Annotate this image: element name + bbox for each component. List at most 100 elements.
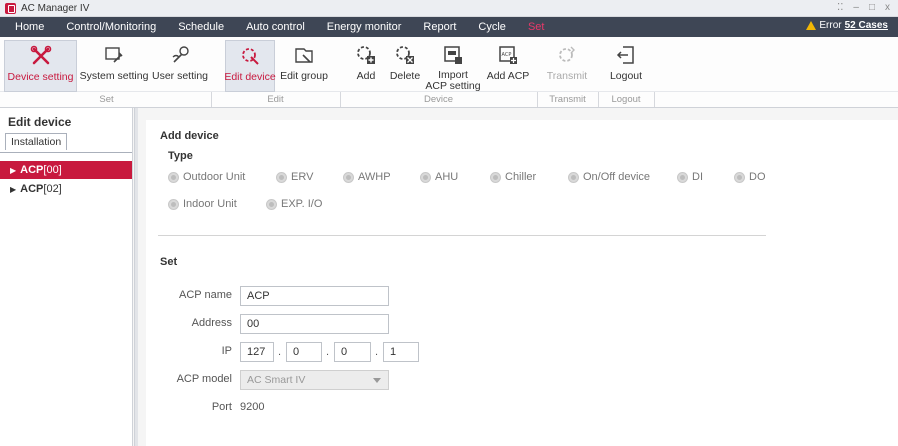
radio-di[interactable]: DI <box>677 171 703 183</box>
group-separator <box>598 92 599 107</box>
address-input[interactable] <box>240 314 389 334</box>
radio-dot-icon <box>276 171 287 183</box>
delete-button[interactable]: Delete <box>389 40 421 92</box>
group-separator <box>340 92 341 107</box>
radio-do[interactable]: DO <box>734 171 766 183</box>
radio-label: ERV <box>291 171 314 183</box>
maximize-icon[interactable]: □ <box>869 2 875 13</box>
tab-installation[interactable]: Installation <box>5 133 68 150</box>
system-setting-label: System setting <box>79 70 149 82</box>
radio-label: EXP. I/O <box>281 198 323 210</box>
minimize-icon[interactable]: – <box>853 2 859 13</box>
transmit-icon <box>554 42 580 68</box>
main-content: Add device Type Outdoor Unit ERV AWHP AH… <box>138 108 898 446</box>
app-logo-icon <box>5 2 16 14</box>
port-label: Port <box>211 401 232 413</box>
radio-dot-icon <box>266 198 277 210</box>
radio-awhp[interactable]: AWHP <box>343 171 391 183</box>
add-label: Add <box>356 70 376 82</box>
menu-set[interactable]: Set <box>517 21 556 33</box>
ip-octet-4-input[interactable] <box>383 342 419 362</box>
menu-energy-monitor[interactable]: Energy monitor <box>316 21 413 33</box>
device-setting-label: Device setting <box>7 71 74 83</box>
radio-label: Outdoor Unit <box>183 171 246 183</box>
close-icon[interactable]: x <box>885 2 890 13</box>
device-setting-button[interactable]: Device setting <box>4 40 77 92</box>
system-wrench-icon <box>101 42 127 68</box>
menu-schedule[interactable]: Schedule <box>167 21 235 33</box>
import-line2: ACP setting <box>425 80 481 92</box>
tree-item-name: ACP <box>20 183 44 195</box>
error-badge[interactable]: Error 52 Cases <box>806 20 888 31</box>
radio-label: AWHP <box>358 171 391 183</box>
group-separator <box>211 92 212 107</box>
add-device-heading: Add device <box>160 130 219 142</box>
radio-indoor-unit[interactable]: Indoor Unit <box>168 198 237 210</box>
transmit-button[interactable]: Transmit <box>547 40 587 92</box>
logout-label: Logout <box>609 70 643 82</box>
ip-separator: . <box>278 346 282 358</box>
tree-item-acp-02[interactable]: ▶ ACP [02] <box>0 180 132 198</box>
tools-icon <box>28 43 54 69</box>
radio-label: AHU <box>435 171 459 183</box>
radio-chiller[interactable]: Chiller <box>490 171 536 183</box>
radio-dot-icon <box>168 198 179 210</box>
edit-group-button[interactable]: Edit group <box>279 40 329 92</box>
type-label: Type <box>168 150 193 162</box>
radio-ahu[interactable]: AHU <box>420 171 458 183</box>
edit-device-icon <box>237 43 263 69</box>
menu-report[interactable]: Report <box>412 21 467 33</box>
radio-dot-icon <box>168 171 179 183</box>
add-device-icon <box>353 42 379 68</box>
menu-home[interactable]: Home <box>0 21 55 33</box>
radio-label: DI <box>692 171 703 183</box>
ip-label: IP <box>221 345 232 357</box>
window-title: AC Manager IV <box>21 2 90 14</box>
menu-cycle[interactable]: Cycle <box>467 21 517 33</box>
acp-name-input[interactable] <box>240 286 389 306</box>
transmit-label: Transmit <box>546 70 588 82</box>
import-acp-setting-button[interactable]: Import ACP setting <box>425 40 481 92</box>
port-value: 9200 <box>240 401 265 413</box>
radio-dot-icon <box>734 171 745 183</box>
radio-on-off-device[interactable]: On/Off device <box>568 171 650 183</box>
edit-group-icon <box>291 42 317 68</box>
ip-octet-3-input[interactable] <box>334 342 371 362</box>
error-count[interactable]: 52 Cases <box>845 20 888 31</box>
expand-arrow-icon[interactable]: ▶ <box>10 166 16 175</box>
user-setting-button[interactable]: User setting <box>152 40 208 92</box>
add-acp-icon: ACP <box>495 42 521 68</box>
group-separator <box>654 92 655 107</box>
restore-icon[interactable]: ⁚⁚ <box>837 2 843 13</box>
tree-item-acp-00[interactable]: ▶ ACP [00] <box>0 161 132 179</box>
import-icon <box>440 42 466 67</box>
group-label-transmit: Transmit <box>549 94 586 105</box>
logout-button[interactable]: Logout <box>606 40 646 92</box>
window-controls: ⁚⁚ – □ x <box>837 2 890 13</box>
add-acp-button[interactable]: ACP Add ACP <box>487 40 529 92</box>
delete-label: Delete <box>389 70 421 82</box>
section-divider <box>158 235 766 236</box>
edit-device-button[interactable]: Edit device <box>224 40 276 92</box>
radio-outdoor-unit[interactable]: Outdoor Unit <box>168 171 245 183</box>
sidebar-title: Edit device <box>8 115 72 129</box>
expand-arrow-icon[interactable]: ▶ <box>10 185 16 194</box>
edit-group-label: Edit group <box>280 70 328 82</box>
radio-label: DO <box>749 171 766 183</box>
system-setting-button[interactable]: System setting <box>79 40 149 92</box>
radio-dot-icon <box>490 171 501 183</box>
menu-auto-control[interactable]: Auto control <box>235 21 316 33</box>
acp-model-select[interactable]: AC Smart IV <box>240 370 389 390</box>
ip-octet-2-input[interactable] <box>286 342 322 362</box>
radio-dot-icon <box>420 171 431 183</box>
add-button[interactable]: Add <box>352 40 380 92</box>
edit-device-panel: Add device Type Outdoor Unit ERV AWHP AH… <box>146 120 898 446</box>
menu-control-monitoring[interactable]: Control/Monitoring <box>55 21 167 33</box>
ip-octet-1-input[interactable] <box>240 342 274 362</box>
radio-erv[interactable]: ERV <box>276 171 313 183</box>
ip-separator: . <box>326 346 330 358</box>
error-label: Error <box>819 20 842 31</box>
group-label-logout: Logout <box>611 94 641 105</box>
radio-exp-io[interactable]: EXP. I/O <box>266 198 322 210</box>
radio-dot-icon <box>568 171 579 183</box>
